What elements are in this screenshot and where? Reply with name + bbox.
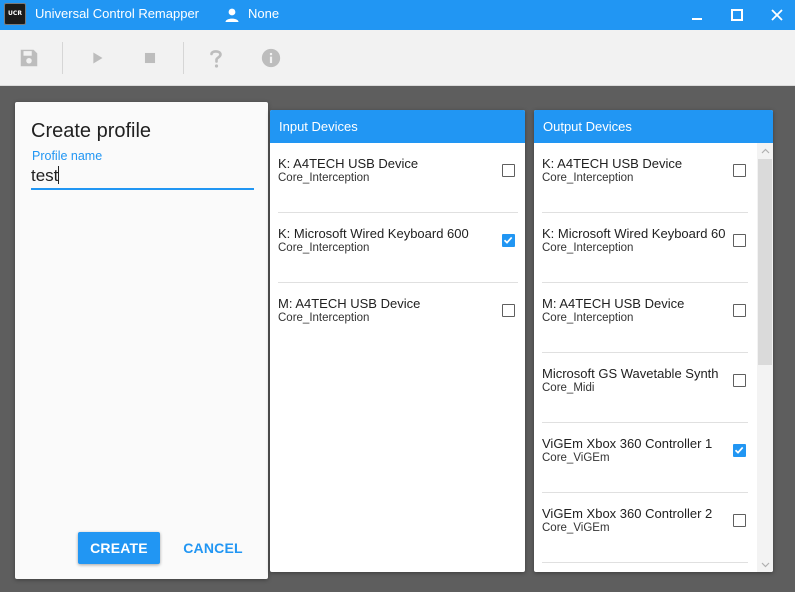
device-provider: Core_Midi bbox=[542, 382, 595, 394]
device-checkbox[interactable] bbox=[733, 234, 746, 247]
save-icon bbox=[20, 49, 38, 67]
device-checkbox[interactable] bbox=[733, 164, 746, 177]
device-checkbox[interactable] bbox=[502, 304, 515, 317]
output-device-row[interactable]: M: A4TECH USB Device Core_Interception bbox=[534, 283, 773, 353]
help-button[interactable] bbox=[204, 46, 228, 70]
close-icon bbox=[771, 9, 783, 21]
profile-name-value: test bbox=[31, 166, 59, 185]
minimize-icon bbox=[692, 18, 702, 20]
device-name: ViGEm Xbox 360 Controller 2 bbox=[542, 506, 713, 521]
device-name: ViGEm Xbox 360 Controller 1 bbox=[542, 436, 713, 451]
device-checkbox[interactable] bbox=[502, 164, 515, 177]
device-provider: Core_ViGEm bbox=[542, 452, 610, 464]
output-devices-header: Output Devices bbox=[534, 110, 773, 143]
output-list-scrollbar[interactable] bbox=[757, 143, 773, 572]
profile-name-input[interactable]: test bbox=[31, 164, 254, 190]
device-checkbox[interactable] bbox=[733, 374, 746, 387]
person-icon bbox=[225, 8, 239, 22]
profile-name-label: Profile name bbox=[32, 149, 103, 163]
device-provider: Core_Interception bbox=[278, 312, 370, 324]
device-provider: Core_Interception bbox=[278, 242, 370, 254]
device-checkbox[interactable] bbox=[733, 304, 746, 317]
info-icon bbox=[261, 48, 281, 68]
text-caret bbox=[58, 166, 60, 184]
save-button[interactable] bbox=[17, 46, 41, 70]
current-user-name[interactable]: None bbox=[248, 0, 279, 28]
stop-button[interactable] bbox=[138, 46, 162, 70]
window-title: Universal Control Remapper bbox=[35, 6, 200, 21]
scroll-down-button[interactable] bbox=[757, 556, 773, 572]
device-provider: Core_ViGEm bbox=[542, 522, 610, 534]
maximize-button[interactable] bbox=[717, 0, 757, 30]
maximize-icon bbox=[731, 9, 743, 21]
device-name: K: A4TECH USB Device bbox=[278, 156, 419, 171]
device-name: Microsoft GS Wavetable Synth bbox=[542, 366, 719, 381]
device-checkbox[interactable] bbox=[733, 514, 746, 527]
device-provider: Core_Interception bbox=[278, 172, 370, 184]
scroll-up-button[interactable] bbox=[757, 143, 773, 159]
input-device-row[interactable]: K: A4TECH USB Device Core_Interception bbox=[270, 143, 525, 213]
device-name: K: Microsoft Wired Keyboard 60 bbox=[542, 226, 726, 241]
device-provider: Core_Interception bbox=[542, 312, 634, 324]
checkmark-icon bbox=[734, 446, 744, 454]
cancel-button[interactable]: CANCEL bbox=[178, 532, 248, 564]
create-button[interactable]: CREATE bbox=[78, 532, 160, 564]
input-devices-header: Input Devices bbox=[270, 110, 525, 143]
stop-icon bbox=[144, 52, 156, 64]
info-button[interactable] bbox=[259, 46, 283, 70]
device-name: K: Microsoft Wired Keyboard 600 bbox=[278, 226, 469, 241]
device-checkbox[interactable] bbox=[502, 234, 515, 247]
output-device-list: K: A4TECH USB Device Core_Interception K… bbox=[534, 143, 773, 563]
row-divider bbox=[542, 562, 748, 563]
device-provider: Core_Interception bbox=[542, 172, 634, 184]
dialog-title: Create profile bbox=[31, 120, 152, 142]
play-icon bbox=[93, 52, 103, 64]
scroll-down-icon bbox=[761, 562, 769, 567]
checkmark-icon bbox=[503, 236, 513, 244]
device-checkbox[interactable] bbox=[733, 444, 746, 457]
output-device-row[interactable]: Microsoft GS Wavetable Synth Core_Midi bbox=[534, 353, 773, 423]
toolbar-divider bbox=[183, 42, 184, 74]
output-device-row[interactable]: K: Microsoft Wired Keyboard 60 Core_Inte… bbox=[534, 213, 773, 283]
minimize-button[interactable] bbox=[677, 0, 717, 30]
toolbar bbox=[0, 30, 795, 86]
help-icon bbox=[210, 50, 222, 68]
close-button[interactable] bbox=[757, 0, 795, 30]
output-device-row[interactable]: ViGEm Xbox 360 Controller 1 Core_ViGEm bbox=[534, 423, 773, 493]
input-devices-panel: Input Devices K: A4TECH USB Device Core_… bbox=[270, 110, 525, 572]
output-device-row[interactable]: K: A4TECH USB Device Core_Interception bbox=[534, 143, 773, 213]
toolbar-divider bbox=[62, 42, 63, 74]
create-profile-dialog: Create profile Profile name test CREATE … bbox=[15, 102, 268, 579]
ucr-chip-icon: UCR bbox=[4, 3, 26, 25]
device-name: M: A4TECH USB Device bbox=[278, 296, 421, 311]
input-device-row[interactable]: M: A4TECH USB Device Core_Interception bbox=[270, 283, 525, 353]
input-device-row[interactable]: K: Microsoft Wired Keyboard 600 Core_Int… bbox=[270, 213, 525, 283]
title-bar: UCR Universal Control Remapper None bbox=[0, 0, 795, 30]
device-provider: Core_Interception bbox=[542, 242, 634, 254]
output-devices-panel: Output Devices K: A4TECH USB Device Core… bbox=[534, 110, 773, 572]
input-device-list: K: A4TECH USB Device Core_Interception K… bbox=[270, 143, 525, 353]
device-name: K: A4TECH USB Device bbox=[542, 156, 683, 171]
output-device-row[interactable]: ViGEm Xbox 360 Controller 2 Core_ViGEm bbox=[534, 493, 773, 563]
scroll-up-icon bbox=[761, 148, 769, 153]
scroll-thumb[interactable] bbox=[758, 159, 772, 365]
play-button[interactable] bbox=[85, 46, 109, 70]
device-name: M: A4TECH USB Device bbox=[542, 296, 685, 311]
